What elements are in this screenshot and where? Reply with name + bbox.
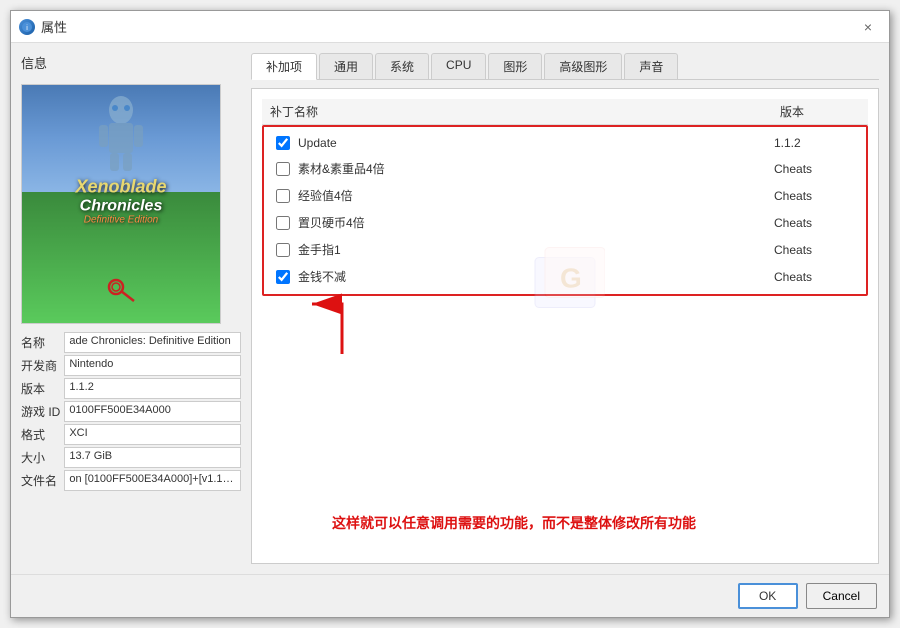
cheat-version-1: Cheats <box>774 162 854 176</box>
file-value: on [0100FF500E34A000]+[v1.1.2].xci <box>64 470 241 491</box>
cheat-version-3: Cheats <box>774 216 854 230</box>
name-value: ade Chronicles: Definitive Edition <box>64 332 241 353</box>
tab-content: 补丁名称 版本 Update 1.1.2 素材&素重品4倍 Che <box>251 88 879 564</box>
cheat-checkbox-5[interactable] <box>276 270 290 284</box>
cheat-name-1: 素材&素重品4倍 <box>298 160 774 177</box>
red-arrow-svg <box>282 284 402 364</box>
size-value: 13.7 GiB <box>64 447 241 468</box>
title-bar-left: i 属性 <box>19 17 67 36</box>
format-label: 格式 <box>21 424 60 445</box>
version-label: 版本 <box>21 378 60 399</box>
cheat-checkbox-3[interactable] <box>276 216 290 230</box>
cheat-version-4: Cheats <box>774 243 854 257</box>
size-label: 大小 <box>21 447 60 468</box>
cheat-row: Update 1.1.2 <box>268 131 862 155</box>
cheat-name-0: Update <box>298 136 774 150</box>
game-cover: Xenoblade Chronicles Definitive Edition <box>21 84 221 324</box>
tab-advanced-graphics[interactable]: 高级图形 <box>544 53 622 79</box>
cheat-name-2: 经验值4倍 <box>298 187 774 204</box>
cheat-version-0: 1.1.2 <box>774 136 854 150</box>
tab-general[interactable]: 通用 <box>319 53 373 79</box>
tab-cpu[interactable]: CPU <box>431 53 486 79</box>
format-value: XCI <box>64 424 241 445</box>
tab-audio[interactable]: 声音 <box>624 53 678 79</box>
ok-button[interactable]: OK <box>738 583 798 609</box>
name-label: 名称 <box>21 332 60 353</box>
right-panel: 补加项 通用 系统 CPU 图形 高级图形 声音 补丁名称 版本 <box>251 53 879 564</box>
file-label: 文件名 <box>21 470 60 491</box>
cheat-version-5: Cheats <box>774 270 854 284</box>
cheat-checkbox-2[interactable] <box>276 189 290 203</box>
app-icon: i <box>19 19 35 35</box>
properties-dialog: i 属性 × 信息 <box>10 10 890 618</box>
cheat-checkbox-4[interactable] <box>276 243 290 257</box>
col-name-header: 补丁名称 <box>270 103 780 120</box>
svg-text:G: G <box>560 262 582 293</box>
dialog-title: 属性 <box>41 17 67 36</box>
col-version-header: 版本 <box>780 103 860 120</box>
tab-graphics[interactable]: 图形 <box>488 53 542 79</box>
cheat-name-3: 置贝硬币4倍 <box>298 214 774 231</box>
close-button[interactable]: × <box>855 16 881 38</box>
gameid-value: 0100FF500E34A000 <box>64 401 241 422</box>
title-bar: i 属性 × <box>11 11 889 43</box>
gameid-label: 游戏 ID <box>21 401 60 422</box>
info-grid: 名称 ade Chronicles: Definitive Edition 开发… <box>21 332 241 491</box>
publisher-label: 开发商 <box>21 355 60 376</box>
watermark-logo: G <box>525 237 605 320</box>
cheat-checkbox-1[interactable] <box>276 162 290 176</box>
tab-addon[interactable]: 补加项 <box>251 53 317 80</box>
left-panel: 信息 <box>21 53 241 564</box>
section-info-label: 信息 <box>21 53 241 72</box>
cover-title: Xenoblade Chronicles Definitive Edition <box>75 177 166 225</box>
publisher-value: Nintendo <box>64 355 241 376</box>
cheats-header: 补丁名称 版本 <box>262 99 868 125</box>
cheat-version-2: Cheats <box>774 189 854 203</box>
cheat-row: 素材&素重品4倍 Cheats <box>268 155 862 182</box>
cheat-row: 置贝硬币4倍 Cheats <box>268 209 862 236</box>
cheat-row: 经验值4倍 Cheats <box>268 182 862 209</box>
dialog-footer: OK Cancel <box>11 574 889 617</box>
cancel-button[interactable]: Cancel <box>806 583 877 609</box>
tabs-bar: 补加项 通用 系统 CPU 图形 高级图形 声音 <box>251 53 879 80</box>
cover-xenoblade: Xenoblade <box>75 177 166 197</box>
cheat-checkbox-0[interactable] <box>276 136 290 150</box>
tab-system[interactable]: 系统 <box>375 53 429 79</box>
cover-chronicles: Chronicles <box>75 197 166 215</box>
dialog-body: 信息 <box>11 43 889 574</box>
cover-definitive: Definitive Edition <box>75 215 166 226</box>
version-value: 1.1.2 <box>64 378 241 399</box>
annotation-text: 这样就可以任意调用需要的功能，而不是整体修改所有功能 <box>332 513 858 533</box>
